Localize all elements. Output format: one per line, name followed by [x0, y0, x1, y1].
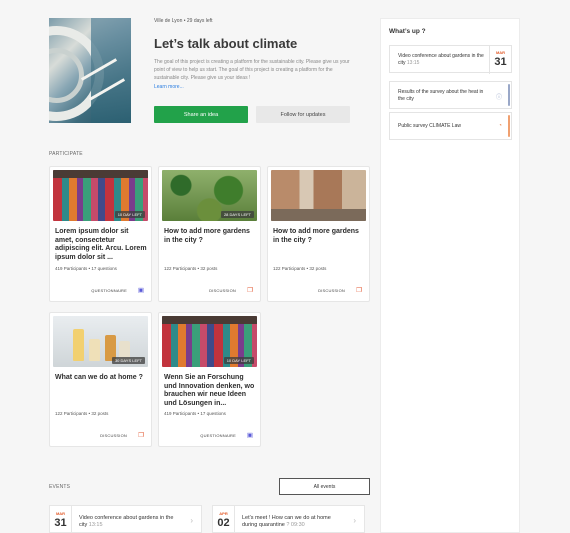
discussion-icon: ❐: [356, 287, 362, 294]
card-image: 30 DAYS LEFT: [53, 316, 148, 367]
card-title: How to add more gardens in the city ?: [164, 228, 250, 244]
days-left-badge: 10 DAY LEFT: [114, 211, 145, 218]
page-title: Let’s talk about climate: [154, 36, 298, 51]
card-image: 1 DAY LEFT: [271, 170, 366, 221]
card-title: How to add more gardens in the city ?: [273, 228, 359, 244]
card-stats: 122 Participants • 32 posts: [55, 411, 109, 416]
status-bar: [508, 84, 510, 106]
event-time: 13:15: [88, 522, 103, 528]
pie-chart-icon: ◔: [498, 123, 502, 129]
questionnaire-icon: ▣: [246, 432, 253, 439]
events-label: EVENTS: [49, 484, 71, 490]
card-type: DISCUSSION: [318, 288, 345, 293]
status-bar: [508, 115, 510, 137]
date-month: MAR: [495, 50, 506, 55]
date-day: 31: [54, 517, 67, 529]
event-time: ? 09:30: [286, 522, 305, 528]
whats-up-sidebar: What’s up ? Video conference about garde…: [380, 18, 520, 533]
card-type: QUESTIONNAIRE: [200, 433, 236, 438]
card-image: 28 DAYS LEFT: [162, 170, 257, 221]
days-left-badge: 10 DAY LEFT: [223, 357, 254, 364]
days-left-badge: 1 DAY LEFT: [334, 211, 363, 218]
card-title: Lorem ipsum dolor sit amet, consectetur …: [55, 228, 147, 261]
card-type: QUESTIONNAIRE: [91, 288, 127, 293]
card-title: Wenn Sie an Forschung und Innovation den…: [164, 374, 255, 407]
whats-up-item-time: 13:15: [406, 60, 420, 66]
date-month: APR: [219, 511, 228, 516]
date-badge: MAR 31: [50, 506, 72, 533]
days-left-badge: 30 DAYS LEFT: [111, 357, 145, 364]
follow-updates-button[interactable]: Follow for updates: [256, 106, 350, 123]
project-description: The goal of this project is creating a p…: [154, 59, 350, 81]
whats-up-item-text: Public survey CLIMATE Law: [398, 123, 461, 129]
learn-more-link[interactable]: Learn more...: [154, 84, 184, 90]
date-badge: APR 02: [213, 506, 235, 533]
discussion-icon: ❐: [138, 432, 144, 439]
card-type: DISCUSSION: [209, 288, 236, 293]
whats-up-item-public-survey[interactable]: Public survey CLIMATE Law ◔: [389, 112, 512, 140]
all-events-button[interactable]: All events: [279, 478, 370, 495]
event-card[interactable]: MAR 31 Video conference about gardens in…: [49, 505, 202, 533]
event-card[interactable]: APR 02 Let's meet ! How can we do at hom…: [212, 505, 365, 533]
sidebar-title: What’s up ?: [389, 28, 426, 35]
participate-label: PARTICIPATE: [49, 151, 83, 157]
whats-up-item-conference[interactable]: Video conference about gardens in the ci…: [389, 45, 512, 74]
chevron-right-icon: ›: [190, 516, 193, 525]
card-stats: 122 Participants • 32 posts: [273, 266, 327, 271]
participation-card[interactable]: 10 DAY LEFT Wenn Sie an Forschung und In…: [158, 312, 261, 447]
date-badge: MAR 31: [489, 46, 511, 74]
whats-up-item-survey-results[interactable]: Results of the survey about the heat in …: [389, 81, 512, 109]
card-image: 10 DAY LEFT: [162, 316, 257, 367]
discussion-icon: ❐: [247, 287, 253, 294]
card-title: What can we do at home ?: [55, 374, 143, 381]
questionnaire-icon: ▣: [137, 287, 144, 294]
card-stats: 419 Participants • 17 questions: [164, 411, 226, 416]
whats-up-item-text: Results of the survey about the heat in …: [398, 89, 484, 102]
date-month: MAR: [55, 511, 66, 516]
card-type: DISCUSSION: [100, 433, 127, 438]
card-stats: 122 Participants • 32 posts: [164, 266, 218, 271]
info-icon: ⓘ: [495, 95, 502, 101]
chevron-right-icon: ›: [353, 516, 356, 525]
date-day: 31: [494, 56, 507, 68]
participation-card[interactable]: 1 DAY LEFT How to add more gardens in th…: [267, 166, 370, 302]
date-day: 02: [217, 517, 230, 529]
project-hero-image: [49, 18, 131, 123]
participation-card[interactable]: 10 DAY LEFT Lorem ipsum dolor sit amet, …: [49, 166, 152, 302]
share-idea-button[interactable]: Share an idea: [154, 106, 248, 123]
card-image: 10 DAY LEFT: [53, 170, 148, 221]
participation-card[interactable]: 28 DAYS LEFT How to add more gardens in …: [158, 166, 261, 302]
days-left-badge: 28 DAYS LEFT: [220, 211, 254, 218]
participation-card[interactable]: 30 DAYS LEFT What can we do at home ? 12…: [49, 312, 152, 447]
project-meta: Ville de Lyon • 29 days left: [154, 18, 213, 24]
card-stats: 419 Participants • 17 questions: [55, 266, 117, 271]
